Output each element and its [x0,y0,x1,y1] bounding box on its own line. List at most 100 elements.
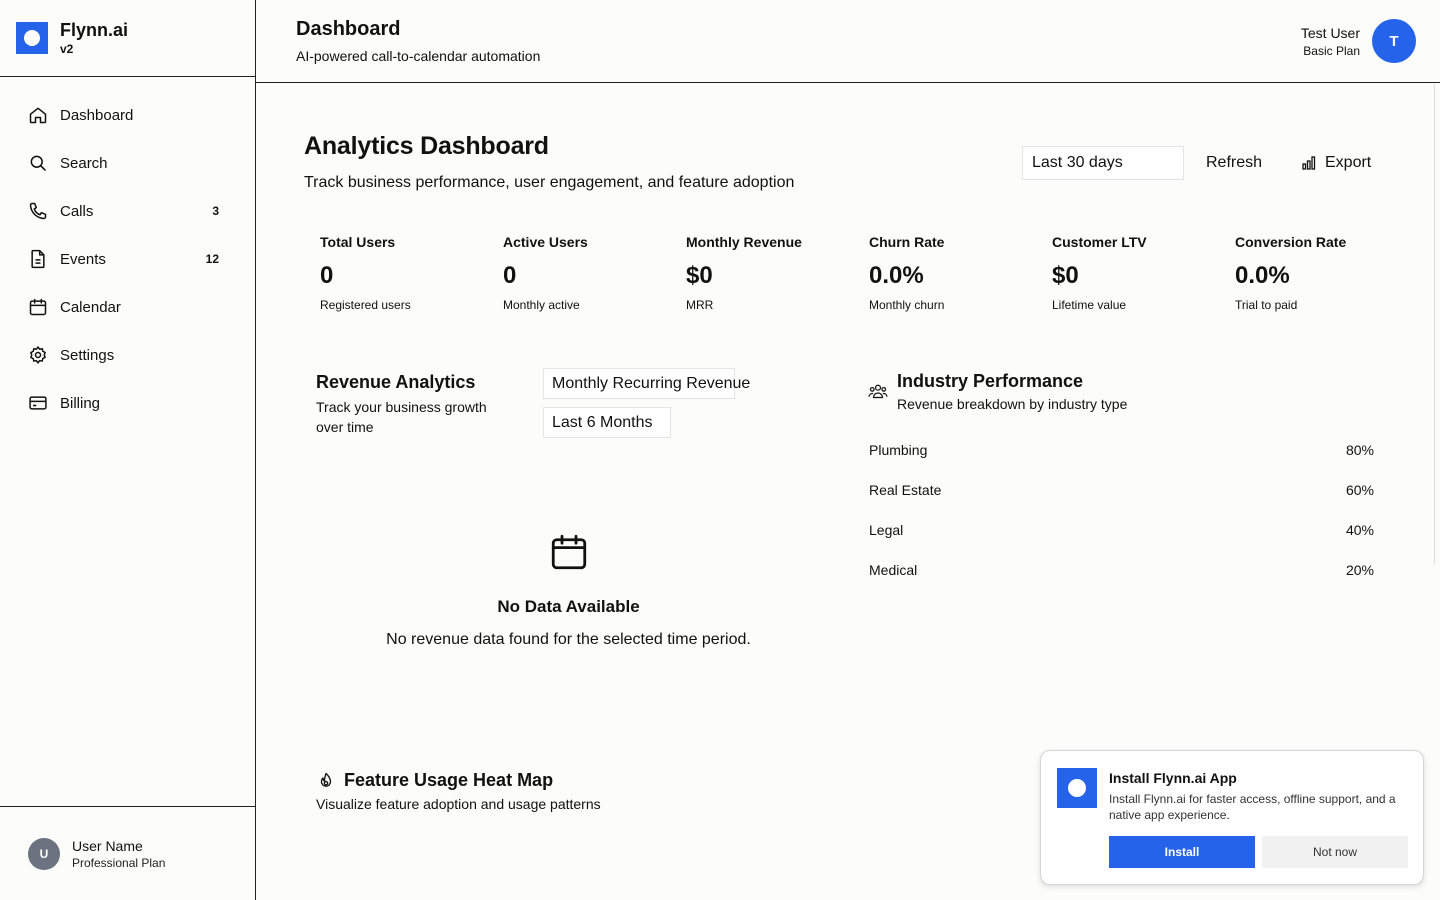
metric-value: 0 [320,262,334,289]
page-title: Analytics Dashboard [304,132,549,160]
page-subtitle: Track business performance, user engagem… [304,174,795,191]
sidebar-item-label: Calls [60,202,94,220]
gear-icon [28,345,48,365]
revenue-subtitle: Track your business growth over time [316,399,487,435]
heatmap-subtitle: Visualize feature adoption and usage pat… [316,796,601,812]
industry-percent: 20% [1345,562,1374,578]
heatmap-title: Feature Usage Heat Map [344,770,554,790]
sidebar-item-search[interactable]: Search [0,139,255,187]
sidebar-user-name: User Name [72,837,143,854]
metric-value: 0.0% [869,262,924,289]
metric-value: $0 [686,262,713,289]
revenue-metric-select[interactable]: Monthly Recurring Revenue [543,368,750,399]
revenue-period-select[interactable]: Last 6 Months [543,407,671,438]
calendar-icon [548,531,590,578]
export-button[interactable]: Export [1301,154,1371,172]
logo [16,22,48,54]
avatar: U [28,837,60,870]
metric-active-users: Active Users 0 Monthly active [503,234,686,312]
sidebar-item-badge: 3 [212,204,219,218]
app-version: v2 [60,42,74,56]
list-item: Legal 40% [869,510,1374,550]
document-icon [28,249,48,269]
sidebar-item-calls[interactable]: Calls 3 [0,187,255,235]
metric-desc: Monthly active [503,298,580,312]
sidebar-item-settings[interactable]: Settings [0,331,255,379]
sidebar-item-label: Search [60,154,108,172]
header-subtitle: AI-powered call-to-calendar automation [296,48,541,64]
metric-label: Conversion Rate [1235,234,1347,250]
header-title: Dashboard [296,18,401,40]
metric-label: Total Users [320,234,396,250]
industry-name: Medical [869,562,918,578]
list-item: Real Estate 60% [869,470,1374,510]
phone-icon [28,201,48,221]
scrollbar[interactable] [1434,84,1440,564]
metric-label: Monthly Revenue [686,234,802,250]
toast-body: Install Flynn.ai for faster access, offl… [1109,792,1396,822]
header-user-name: Test User [1300,25,1360,41]
industry-name: Plumbing [869,442,928,458]
list-item: Plumbing 80% [869,430,1374,470]
metric-value: $0 [1052,262,1079,289]
metrics-row: Total Users 0 Registered users Active Us… [320,234,1418,312]
search-icon [28,153,48,173]
home-icon [28,105,48,125]
flame-icon [317,772,335,795]
sidebar-item-label: Billing [60,394,101,412]
revenue-title: Revenue Analytics [316,372,476,392]
sidebar-nav: Dashboard Search Calls 3 Events 12 Calen… [0,77,255,427]
metric-monthly-revenue: Monthly Revenue $0 MRR [686,234,869,312]
industry-name: Legal [869,522,904,538]
sidebar-item-label: Events [60,250,106,268]
industry-title: Industry Performance [897,371,1084,391]
user-avatar-button[interactable]: T [1372,19,1416,63]
install-app-toast: Install Flynn.ai App Install Flynn.ai fo… [1040,750,1424,885]
metric-conversion-rate: Conversion Rate 0.0% Trial to paid [1235,234,1418,312]
sidebar: Flynn.ai v2 Dashboard Search Calls 3 Eve… [0,0,256,900]
sidebar-item-badge: 12 [205,252,219,266]
sidebar-item-label: Settings [60,346,115,364]
sidebar-item-billing[interactable]: Billing [0,379,255,427]
metric-desc: MRR [686,298,714,312]
metric-label: Active Users [503,234,588,250]
not-now-button[interactable]: Not now [1262,836,1408,868]
app-name: Flynn.ai [60,20,129,40]
metric-desc: Monthly churn [869,298,945,312]
calendar-icon [28,297,48,317]
logo [1057,768,1097,808]
metric-desc: Registered users [320,298,411,312]
metric-desc: Trial to paid [1235,298,1298,312]
users-icon [868,382,888,405]
sidebar-item-dashboard[interactable]: Dashboard [0,91,255,139]
empty-state-title: No Data Available [497,597,640,616]
industry-list: Plumbing 80% Real Estate 60% Legal 40% M… [869,430,1374,590]
metric-churn-rate: Churn Rate 0.0% Monthly churn [869,234,1052,312]
metric-label: Customer LTV [1052,234,1147,250]
metric-total-users: Total Users 0 Registered users [320,234,503,312]
list-item: Medical 20% [869,550,1374,590]
date-range-select[interactable]: Last 30 days [1022,146,1184,180]
metric-value: 0.0% [1235,262,1290,289]
industry-subtitle: Revenue breakdown by industry type [897,396,1128,412]
brand: Flynn.ai v2 [0,0,255,77]
install-button[interactable]: Install [1109,836,1255,868]
empty-state-text: No revenue data found for the selected t… [386,631,751,648]
refresh-button[interactable]: Refresh [1206,154,1262,172]
sidebar-item-label: Dashboard [60,106,134,124]
metric-customer-ltv: Customer LTV $0 Lifetime value [1052,234,1235,312]
top-header: Dashboard AI-powered call-to-calendar au… [256,0,1440,83]
sidebar-user-plan: Professional Plan [72,855,166,870]
metric-desc: Lifetime value [1052,298,1127,312]
export-label: Export [1325,154,1372,171]
metric-value: 0 [503,262,517,289]
sidebar-item-events[interactable]: Events 12 [0,235,255,283]
header-user: Test User Basic Plan [1301,25,1360,58]
sidebar-item-calendar[interactable]: Calendar [0,283,255,331]
toast-title: Install Flynn.ai App [1109,770,1237,786]
credit-card-icon [28,393,48,413]
industry-percent: 40% [1345,522,1374,538]
industry-percent: 80% [1345,442,1374,458]
sidebar-user[interactable]: U User Name Professional Plan [0,806,255,900]
industry-percent: 60% [1345,482,1374,498]
